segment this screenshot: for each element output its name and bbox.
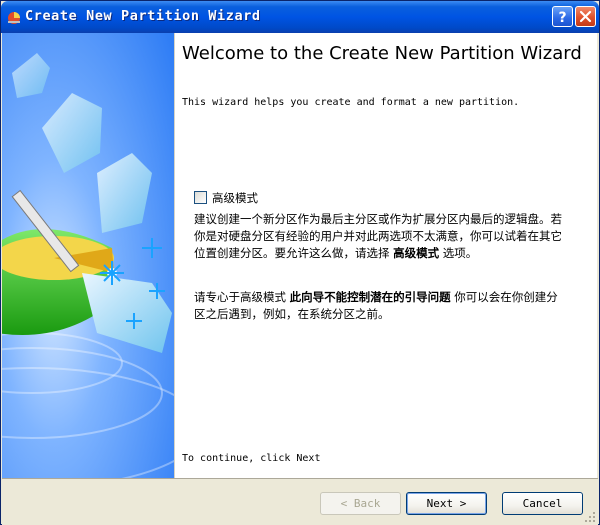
help-icon: ? xyxy=(558,10,566,26)
back-button[interactable]: < Back xyxy=(320,492,401,515)
wizard-banner-image xyxy=(2,33,174,478)
resize-grip-icon[interactable] xyxy=(584,511,596,523)
close-button[interactable] xyxy=(575,6,596,27)
next-button[interactable]: Next > xyxy=(406,492,487,515)
help-button[interactable]: ? xyxy=(552,6,573,27)
window-title: Create New Partition Wizard xyxy=(25,8,261,24)
paragraph2-text: 请专心于高级模式 xyxy=(194,290,290,304)
cancel-button[interactable]: Cancel xyxy=(502,492,583,515)
title-bar[interactable]: Create New Partition Wizard ? xyxy=(1,1,599,33)
app-icon xyxy=(6,9,22,25)
paragraph1-bold: 高级模式 xyxy=(393,246,440,260)
advanced-mode-checkbox[interactable] xyxy=(194,191,207,204)
boot-warning-text: 请专心于高级模式 此向导不能控制潜在的引导问题 你可以会在你创建分区之后遇到，例… xyxy=(194,289,566,323)
paragraph1-text: 建议创建一个新分区作为最后主分区或作为扩展分区内最后的逻辑盘。若你是对硬盘分区有… xyxy=(194,212,562,260)
paragraph1-after: 选项。 xyxy=(439,246,478,260)
close-icon xyxy=(579,10,592,23)
continue-hint: To continue, click Next xyxy=(182,453,321,464)
paragraph2-bold: 此向导不能控制潜在的引导问题 xyxy=(289,290,451,304)
page-heading: Welcome to the Create New Partition Wiza… xyxy=(182,43,582,64)
advanced-mode-label[interactable]: 高级模式 xyxy=(212,190,258,206)
button-bar: < Back Next > Cancel xyxy=(2,478,598,525)
intro-text: This wizard helps you create and format … xyxy=(182,97,520,108)
wizard-window: Create New Partition Wizard ? Welcome to… xyxy=(0,0,600,525)
svg-text:?: ? xyxy=(558,10,566,26)
advanced-mode-description: 建议创建一个新分区作为最后主分区或作为扩展分区内最后的逻辑盘。若你是对硬盘分区有… xyxy=(194,211,566,262)
wizard-content: Welcome to the Create New Partition Wiza… xyxy=(174,33,597,478)
